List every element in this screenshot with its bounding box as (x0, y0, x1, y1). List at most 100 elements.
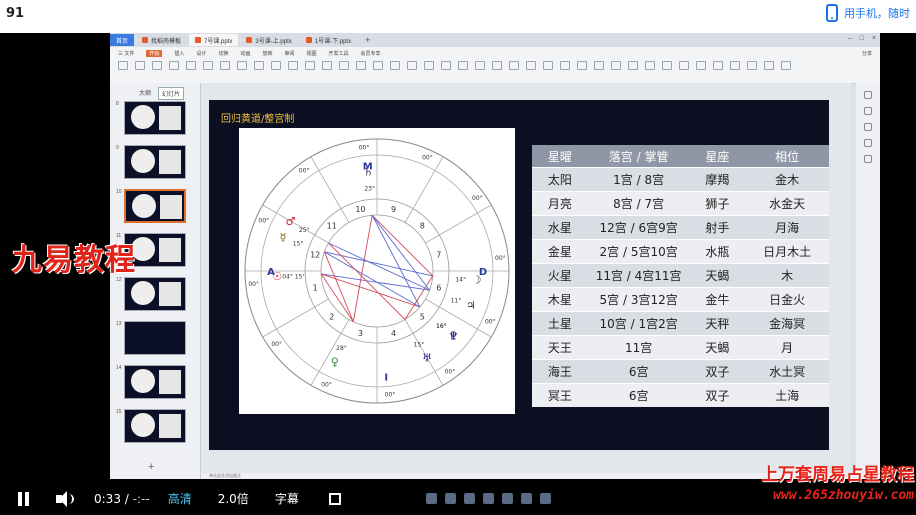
table-cell: 月海 (745, 215, 829, 240)
tool-icon[interactable] (864, 139, 872, 147)
planet-degree: 23° (364, 185, 375, 192)
ribbon-tool-icon[interactable] (237, 61, 247, 70)
ribbon-menu-item[interactable]: 设计 (196, 50, 206, 57)
video-player[interactable]: 首页 找稻壳模板 7号课.pptx 3号课-上.pptx 1号课-下.pptx … (0, 33, 916, 515)
tab-template[interactable]: 找稻壳模板 (136, 34, 187, 46)
ribbon-tool-icon[interactable] (288, 61, 298, 70)
mobile-watch-link[interactable]: 用手机，随时 (826, 4, 910, 22)
quality-button[interactable]: 高清 (168, 490, 192, 507)
wheel-inner-ring (320, 214, 434, 328)
ribbon-menu-item[interactable]: 三 文件 (118, 50, 134, 57)
tab-home[interactable]: 首页 (110, 34, 135, 46)
thumbnail-preview (124, 277, 186, 311)
ribbon-tool-icon[interactable] (781, 61, 791, 70)
ribbon-tool-icon[interactable] (271, 61, 281, 70)
ribbon-tool-icon[interactable] (628, 61, 638, 70)
ribbon-tool-icon[interactable] (730, 61, 740, 70)
ribbon-tool-icon[interactable] (152, 61, 162, 70)
ribbon-tool-icon[interactable] (560, 61, 570, 70)
tool-icon[interactable] (864, 91, 872, 99)
ribbon-tool-icon[interactable] (509, 61, 519, 70)
ribbon-menu-item[interactable]: 审阅 (284, 50, 294, 57)
ribbon-tool-icon[interactable] (696, 61, 706, 70)
maximize-icon[interactable]: □ (860, 35, 864, 42)
ribbon-tool-icon[interactable] (186, 61, 196, 70)
tool-icon[interactable] (864, 123, 872, 131)
ribbon-tool-icon[interactable] (254, 61, 264, 70)
ribbon-tool-icon[interactable] (135, 61, 145, 70)
minimize-icon[interactable]: – (848, 35, 852, 42)
ribbon-tool-icon[interactable] (679, 61, 689, 70)
ribbon-menu-item[interactable]: 放映 (262, 50, 272, 57)
ribbon-tool-icon[interactable] (220, 61, 230, 70)
slide-thumbnail[interactable]: 14 (116, 365, 196, 401)
subtitles-button[interactable]: 字幕 (275, 490, 299, 507)
ribbon-tool-icon[interactable] (356, 61, 366, 70)
slide-thumbnail[interactable]: 12 (116, 277, 196, 313)
ribbon-tool-icon[interactable] (441, 61, 451, 70)
ribbon-tool-icon[interactable] (322, 61, 332, 70)
ribbon-tool-icon[interactable] (424, 61, 434, 70)
ribbon-tool-icon[interactable] (764, 61, 774, 70)
tab-pptx-3[interactable]: 3号课-上.pptx (240, 34, 297, 46)
slide-title: 回归黄道/整宫制 (221, 114, 295, 125)
slide-thumbnail[interactable]: 15 (116, 409, 196, 445)
ribbon-tool-icon[interactable] (492, 61, 502, 70)
speed-button[interactable]: 2.0倍 (218, 490, 249, 507)
table-cell: 水土冥 (745, 359, 829, 384)
ribbon-menu-item[interactable]: 切换 (218, 50, 228, 57)
ribbon-menu-item[interactable]: 开始 (146, 50, 163, 57)
planet-glyph: ♃ (466, 299, 476, 312)
slide-thumbnail[interactable]: 9 (116, 145, 196, 181)
slide-thumbnail[interactable]: 13 (116, 321, 196, 357)
ribbon-tool-icon[interactable] (339, 61, 349, 70)
ribbon-menu-item[interactable]: 插入 (174, 50, 184, 57)
ribbon-tool-icon[interactable] (747, 61, 757, 70)
ribbon-menu-item[interactable]: 会员专享 (361, 50, 381, 57)
ribbon-tool-icon[interactable] (543, 61, 553, 70)
ribbon-tool-icon[interactable] (475, 61, 485, 70)
new-tab-button[interactable]: + (365, 35, 370, 45)
tool-icon[interactable] (864, 107, 872, 115)
ribbon-tool-icon[interactable] (118, 61, 128, 70)
table-cell: 6宫 (587, 383, 690, 407)
ribbon-tool-icon[interactable] (390, 61, 400, 70)
fullscreen-icon[interactable] (328, 492, 341, 505)
ribbon-tool-icon[interactable] (203, 61, 213, 70)
tab-outline[interactable]: 大纲 (136, 87, 154, 100)
pause-icon[interactable] (18, 491, 32, 506)
close-icon[interactable]: × (872, 35, 876, 42)
ribbon-tool-icon[interactable] (577, 61, 587, 70)
volume-icon[interactable] (56, 490, 76, 507)
tab-pptx-1[interactable]: 1号课-下.pptx (300, 34, 357, 46)
table-cell: 月 (745, 335, 829, 360)
planet-degree: 28° (336, 345, 347, 352)
share-button[interactable]: 分享 (862, 50, 872, 57)
ribbon-menu-item[interactable]: 开发工具 (329, 50, 349, 57)
thumbnail-preview (124, 189, 186, 223)
degree-mark: 00° (472, 195, 483, 202)
player-controls: 0:33 / -:-- 高清 2.0倍 字幕 (0, 482, 916, 515)
ribbon-tool-icon[interactable] (305, 61, 315, 70)
ribbon-tool-icon[interactable] (611, 61, 621, 70)
ribbon-tool-icon[interactable] (169, 61, 179, 70)
ribbon-tool-icon[interactable] (645, 61, 655, 70)
table-row: 火星 11宫 / 4宫11宫 天蝎木 (532, 263, 829, 288)
slide-thumbnail[interactable]: 10 (116, 189, 196, 225)
ribbon-menu-item[interactable]: 动画 (240, 50, 250, 57)
table-cell: 11宫 (587, 335, 690, 360)
add-slide-button[interactable]: + (148, 461, 154, 473)
ribbon-tool-icon[interactable] (526, 61, 536, 70)
ribbon-tool-icon[interactable] (407, 61, 417, 70)
ribbon-tool-icon[interactable] (373, 61, 383, 70)
ribbon-tool-icon[interactable] (594, 61, 604, 70)
ribbon-menu-item[interactable]: 视图 (307, 50, 317, 57)
planet-degree: 15° (293, 240, 304, 247)
tool-icon[interactable] (864, 155, 872, 163)
slide-thumbnail[interactable]: 8 (116, 101, 196, 137)
tab-slides[interactable]: 幻灯片 (158, 87, 185, 100)
ribbon-tool-icon[interactable] (713, 61, 723, 70)
ribbon-tool-icon[interactable] (662, 61, 672, 70)
ribbon-tool-icon[interactable] (458, 61, 468, 70)
tab-active-pptx[interactable]: 7号课.pptx (189, 34, 239, 46)
